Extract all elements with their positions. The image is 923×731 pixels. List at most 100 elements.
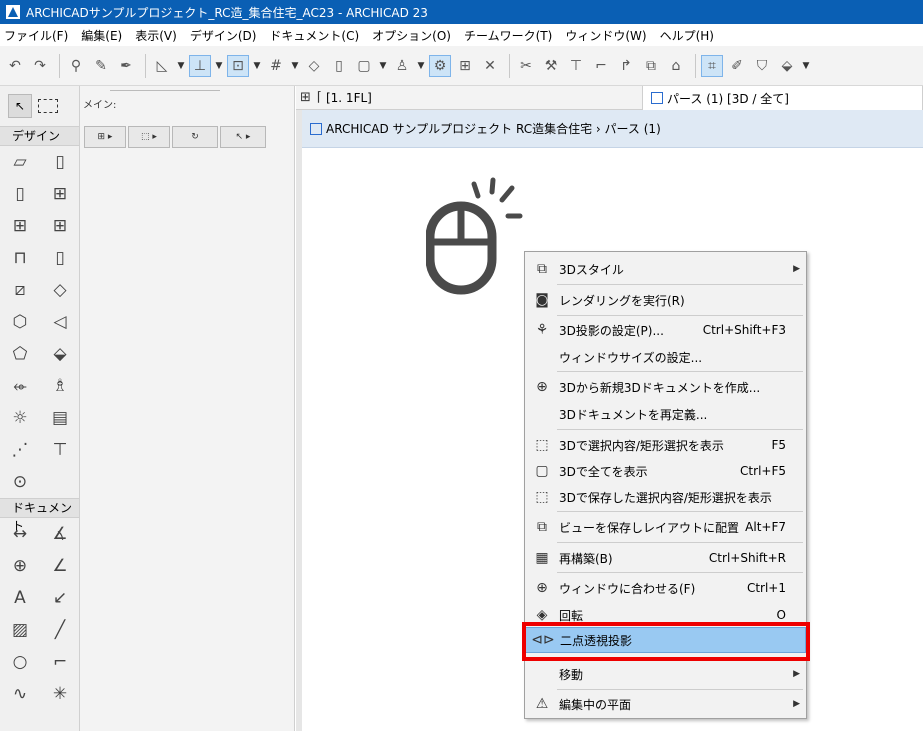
line-tool-icon[interactable]: ╱ — [40, 614, 80, 646]
menu-item-render[interactable]: ◙ レンダリングを実行(R) — [525, 287, 806, 313]
menu-item-redefine-3d-document[interactable]: 3Dドキュメントを再定義... — [525, 401, 806, 427]
window-tool-icon[interactable]: ⊞ — [40, 178, 80, 210]
menu-file[interactable]: ファイル(F) — [4, 27, 68, 44]
railing-tool-icon[interactable]: ⋰ — [0, 434, 40, 466]
guide-line-icon[interactable]: ◺ — [151, 55, 173, 77]
gravity-icon[interactable]: ⊡ — [227, 54, 249, 77]
menu-item-window-size[interactable]: ウィンドウサイズの設定... — [525, 344, 806, 370]
menu-item-rebuild[interactable]: ▦ 再構築(B) Ctrl+Shift+R — [525, 545, 806, 571]
arrow-tool-icon[interactable]: ↖ — [8, 94, 32, 118]
polyline-tool-icon[interactable]: ⌐ — [40, 646, 80, 678]
rotate-mode-button[interactable]: ↻ — [172, 126, 218, 148]
label-tool-icon[interactable]: ↙ — [40, 582, 80, 614]
design-section-header[interactable]: デザイン — [0, 126, 79, 146]
marquee-method-button[interactable]: ⬚ ▸ — [128, 126, 170, 148]
close-icon[interactable]: ✕ — [479, 55, 501, 77]
menu-help[interactable]: ヘルプ(H) — [660, 27, 714, 44]
pick-up-icon[interactable]: ✎ — [90, 55, 112, 77]
tab-perspective[interactable]: パース (1) [3D / 全て] — [642, 86, 923, 110]
chevron-down-icon[interactable]: ▼ — [378, 55, 388, 77]
menu-item-fit-in-window[interactable]: ⊕ ウィンドウに合わせる(F) Ctrl+1 — [525, 575, 806, 601]
inject-icon[interactable]: ✒ — [115, 55, 137, 77]
spline-tool-icon[interactable]: ∿ — [0, 678, 40, 710]
camera-tool-icon[interactable]: ⊙ — [0, 466, 40, 498]
layers-icon[interactable]: ⬙ — [776, 55, 798, 77]
tab-floor-plan[interactable]: [1. 1FL] — [326, 91, 372, 105]
measure-icon[interactable]: ⚒ — [540, 55, 562, 77]
layer-icon[interactable]: ▢ — [353, 55, 375, 77]
menu-design[interactable]: デザイン(D) — [190, 27, 257, 44]
brush-icon[interactable]: ✐ — [726, 55, 748, 77]
menu-item-editing-plane[interactable]: ⚠ 編集中の平面 ▶ — [525, 691, 806, 717]
bucket-icon[interactable]: ⛉ — [751, 55, 773, 77]
selection-method-button[interactable]: ⊞ ▸ — [84, 126, 126, 148]
grid-window-tool-icon[interactable]: ⊞ — [40, 210, 80, 242]
grid-view-icon[interactable]: ⊞ — [300, 90, 311, 105]
menu-view[interactable]: 表示(V) — [135, 27, 177, 44]
column-tool-icon[interactable]: ⊓ — [0, 242, 40, 274]
trace-icon[interactable]: ⚙ — [429, 54, 451, 77]
mesh-tool-icon[interactable]: ◁ — [40, 306, 80, 338]
menu-item-show-all-3d[interactable]: ▢ 3Dで全てを表示 Ctrl+F5 — [525, 458, 806, 484]
pointer-mode-button[interactable]: ↖ ▸ — [220, 126, 266, 148]
menu-item-show-saved-selection-3d[interactable]: ⬚ 3Dで保存した選択内容/矩形選択を表示 — [525, 484, 806, 510]
text-tool-icon[interactable]: A — [0, 582, 40, 614]
chevron-down-icon[interactable]: ▼ — [290, 55, 300, 77]
elevate-icon[interactable]: ⊤ — [565, 55, 587, 77]
menu-teamwork[interactable]: チームワーク(T) — [464, 27, 552, 44]
chevron-down-icon[interactable]: ▼ — [252, 55, 262, 77]
document-section-header[interactable]: ドキュメント — [0, 498, 79, 533]
grid-snap-icon[interactable]: # — [265, 55, 287, 77]
morph-tool-icon[interactable]: ⬠ — [0, 338, 40, 370]
reference-icon[interactable]: ⊞ — [454, 55, 476, 77]
lamp-tool-icon[interactable]: ☼ — [0, 402, 40, 434]
chevron-down-icon[interactable]: ▼ — [176, 55, 186, 77]
wall-tool-icon[interactable]: ▱ — [0, 146, 40, 178]
circle-tool-icon[interactable]: ○ — [0, 646, 40, 678]
menu-item-3d-style[interactable]: ⧉ 3Dスタイル ▶ — [525, 256, 806, 282]
corner-icon[interactable]: ⌐ — [590, 55, 612, 77]
menu-item-new-3d-document[interactable]: ⊕ 3Dから新規3Dドキュメントを作成... — [525, 374, 806, 400]
curtain-wall-tool-icon[interactable]: ▯ — [40, 146, 80, 178]
home-icon[interactable]: ⌂ — [665, 55, 687, 77]
floor-plan-icon[interactable]: ⌈ — [317, 90, 322, 105]
dimension-tool-icon[interactable]: ↔ — [0, 518, 40, 550]
marquee-tool-icon[interactable] — [38, 99, 58, 113]
fill-tool-icon[interactable]: ▨ — [0, 614, 40, 646]
room-tool-icon[interactable]: ▤ — [40, 402, 80, 434]
menu-options[interactable]: オプション(O) — [372, 27, 451, 44]
menu-item-save-view-place-layout[interactable]: ⧉ ビューを保存しレイアウトに配置 Alt+F7 — [525, 514, 806, 540]
menu-window[interactable]: ウィンドウ(W) — [565, 27, 646, 44]
chevron-down-icon[interactable]: ▼ — [214, 55, 224, 77]
object-tool-icon[interactable]: ♗ — [40, 370, 80, 402]
fence-tool-icon[interactable]: ⊤ — [40, 434, 80, 466]
menu-item-show-selection-3d[interactable]: ⬚ 3Dで選択内容/矩形選択を表示 F5 — [525, 432, 806, 458]
curve-icon[interactable]: ↱ — [615, 55, 637, 77]
radial-dimension-tool-icon[interactable]: ∠ — [40, 550, 80, 582]
slab-tool-icon[interactable]: ⧄ — [0, 274, 40, 306]
menu-document[interactable]: ドキュメント(C) — [269, 27, 359, 44]
level-dimension-tool-icon[interactable]: ⊕ — [0, 550, 40, 582]
select-frame-icon[interactable]: ⌗ — [701, 54, 723, 77]
chevron-down-icon[interactable]: ▼ — [801, 55, 811, 77]
menu-item-navigate[interactable]: 移動 ▶ — [525, 661, 806, 687]
scissors-icon[interactable]: ✂ — [515, 55, 537, 77]
chevron-down-icon[interactable]: ▼ — [416, 55, 426, 77]
skylight-tool-icon[interactable]: ⊞ — [0, 210, 40, 242]
pencil-icon[interactable]: ▯ — [328, 55, 350, 77]
angle-dimension-tool-icon[interactable]: ∡ — [40, 518, 80, 550]
shell-tool-icon[interactable]: ⬡ — [0, 306, 40, 338]
menu-item-projection-settings[interactable]: ⚘ 3D投影の設定(P)... Ctrl+Shift+F3 — [525, 317, 806, 343]
redo-icon[interactable]: ↷ — [29, 55, 51, 77]
hotspot-tool-icon[interactable]: ✳ — [40, 678, 80, 710]
menu-edit[interactable]: 編集(E) — [81, 27, 122, 44]
offset-icon[interactable]: ⧉ — [640, 55, 662, 77]
undo-icon[interactable]: ↶ — [4, 55, 26, 77]
stair-tool-icon[interactable]: ⬰ — [0, 370, 40, 402]
person-icon[interactable]: ♙ — [391, 55, 413, 77]
find-select-icon[interactable]: ⚲ — [65, 55, 87, 77]
door-tool-icon[interactable]: ▯ — [0, 178, 40, 210]
snap-icon[interactable]: ⊥ — [189, 54, 211, 77]
beam-tool-icon[interactable]: ▯ — [40, 242, 80, 274]
eraser-icon[interactable]: ◇ — [303, 55, 325, 77]
